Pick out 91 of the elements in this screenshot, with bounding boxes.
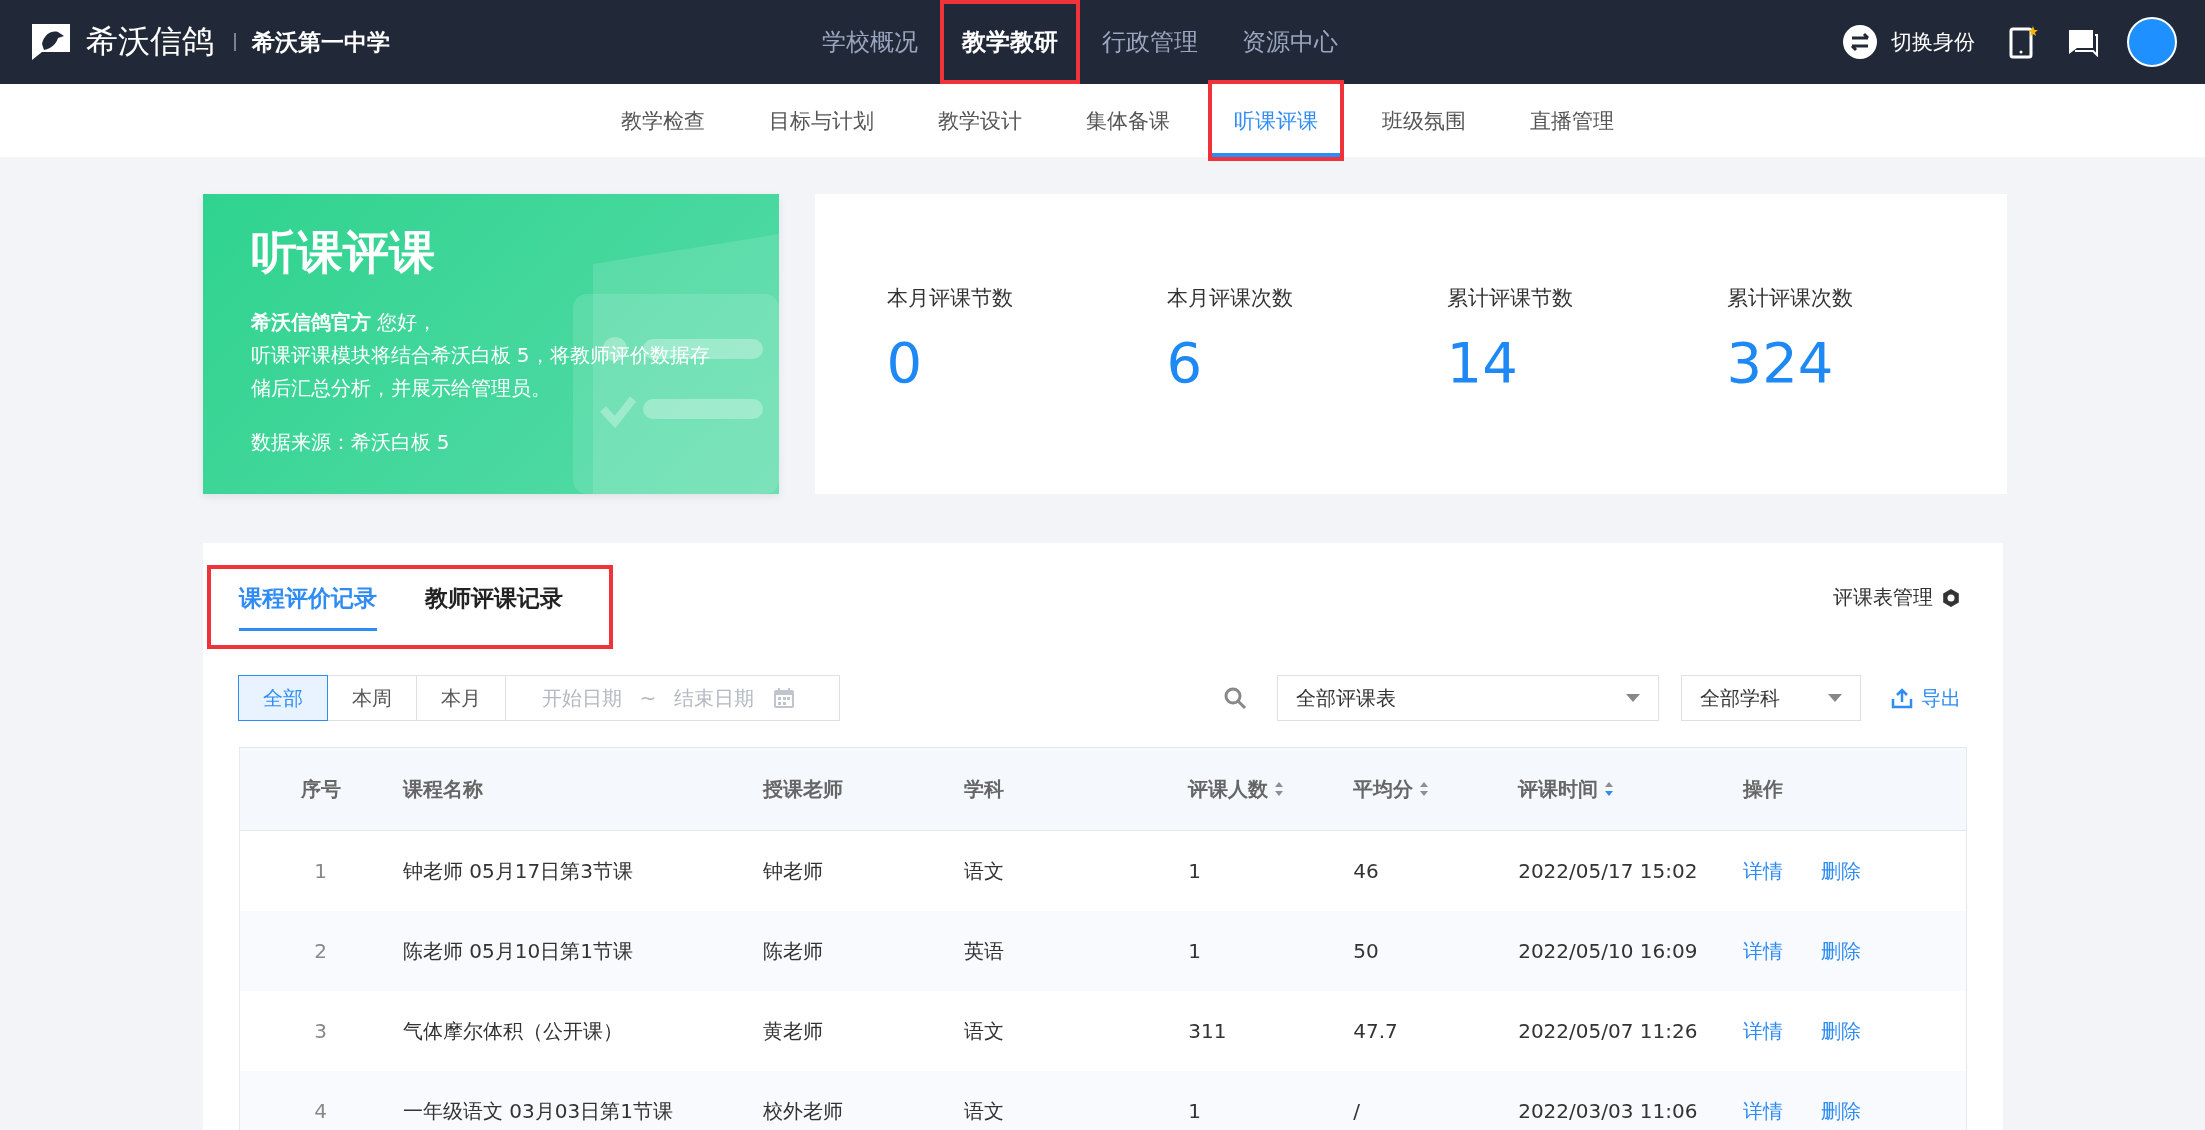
stat-label: 累计评课次数	[1726, 285, 1853, 312]
table-cell: 陈老师 05月10日第1节课	[401, 911, 762, 991]
column-header: 授课老师	[762, 775, 843, 803]
banner-greeting: 希沃信鸽官方 您好，	[250, 309, 438, 336]
column-header: 平均分	[1353, 775, 1414, 803]
stat-label: 累计评课节数	[1446, 285, 1573, 312]
tablet-icon[interactable]	[2009, 25, 2039, 59]
sort-icon[interactable]	[1274, 781, 1285, 797]
table-cell: 钟老师 05月17日第3节课	[401, 830, 762, 911]
nav-item[interactable]: 学校概况	[800, 0, 940, 84]
column-header: 课程名称	[402, 775, 483, 803]
swap-icon	[1843, 25, 1877, 59]
sort-icon[interactable]	[1604, 781, 1615, 797]
action-link[interactable]: 删除	[1821, 1017, 1862, 1045]
stat-value: 324	[1726, 330, 1834, 395]
table-cell: 4	[239, 1071, 402, 1130]
action-link[interactable]: 删除	[1821, 937, 1862, 965]
action-link[interactable]: 删除	[1821, 857, 1862, 885]
column-header: 评课时间	[1518, 775, 1599, 803]
column-header: 操作	[1743, 775, 1784, 803]
column-header: 学科	[963, 775, 1004, 803]
table-cell: 语文	[962, 830, 1188, 911]
table-cell: 1	[239, 830, 402, 911]
banner-description: 听课评课模块将结合希沃白板 5，将教师评价数据存储后汇总分析，并展示给管理员。	[250, 342, 711, 402]
table-cell: /	[1352, 1071, 1518, 1130]
period-button[interactable]: 全部	[237, 675, 328, 721]
table-cell: 1	[1187, 911, 1353, 991]
table-cell: 陈老师	[761, 911, 963, 991]
brand-name: 希沃信鸽	[86, 21, 214, 62]
caret-icon	[1625, 694, 1640, 702]
table-cell: 2022/05/07 11:26	[1517, 991, 1743, 1071]
export-link[interactable]: 导出	[1884, 683, 1967, 713]
record-tab[interactable]: 课程评价记录	[238, 577, 377, 631]
stat-value: 0	[886, 330, 923, 395]
column-header: 评课人数	[1188, 775, 1269, 803]
period-button[interactable]: 本月	[415, 675, 506, 721]
action-link[interactable]: 详情	[1743, 937, 1784, 965]
table-cell: 校外老师	[761, 1071, 963, 1130]
calendar-icon	[772, 686, 797, 710]
avatar[interactable]	[2127, 17, 2177, 67]
table-cell: 1	[1187, 1071, 1353, 1130]
stat-label: 本月评课节数	[886, 285, 1013, 312]
form-management-link[interactable]: 评课表管理	[1826, 583, 1967, 612]
sub-nav-item[interactable]: 教学检查	[599, 84, 727, 157]
table-cell: 语文	[962, 991, 1188, 1071]
sub-nav-item[interactable]: 教学设计	[916, 84, 1044, 157]
action-link[interactable]: 删除	[1821, 1097, 1862, 1125]
sub-nav-item[interactable]: 集体备课	[1064, 84, 1192, 157]
stat-label: 本月评课次数	[1166, 285, 1293, 312]
table-cell: 语文	[962, 1071, 1188, 1130]
table-cell: 46	[1352, 830, 1518, 911]
period-button[interactable]: 本周	[326, 675, 417, 721]
stat-value: 6	[1166, 330, 1203, 395]
table-cell: 英语	[962, 911, 1188, 991]
table-cell: 2022/05/10 16:09	[1517, 911, 1743, 991]
data-source-text: 数据来源：希沃白板 5	[250, 429, 451, 456]
table-cell: 气体摩尔体积（公开课）	[401, 991, 762, 1071]
subject-filter-dropdown[interactable]: 全部学科	[1680, 675, 1861, 721]
nav-item[interactable]: 行政管理	[1080, 0, 1220, 84]
table-cell: 黄老师	[761, 991, 963, 1071]
sub-nav-item[interactable]: 目标与计划	[747, 84, 896, 157]
stat-value: 14	[1446, 330, 1518, 395]
school-name: 希沃第一中学	[252, 27, 390, 57]
banner-title: 听课评课	[250, 224, 436, 281]
record-tab[interactable]: 教师评课记录	[424, 577, 563, 631]
caret-icon	[1827, 694, 1842, 702]
table-cell: 311	[1187, 991, 1353, 1071]
action-link[interactable]: 详情	[1743, 1097, 1784, 1125]
table-cell: 50	[1352, 911, 1518, 991]
form-filter-dropdown[interactable]: 全部评课表	[1276, 675, 1659, 721]
switch-identity-button[interactable]: 切换身份	[1837, 24, 1981, 60]
sort-icon[interactable]	[1419, 781, 1430, 797]
table-cell: 2022/05/17 15:02	[1517, 830, 1743, 911]
sub-nav-item[interactable]: 直播管理	[1508, 84, 1636, 157]
table-cell: 1	[1187, 830, 1353, 911]
table-cell: 一年级语文 03月03日第1节课	[401, 1071, 762, 1130]
column-header: 序号	[300, 775, 341, 803]
table-cell: 2022/03/03 11:06	[1517, 1071, 1743, 1130]
nav-item[interactable]: 教学教研	[940, 0, 1080, 84]
chat-icon[interactable]	[2067, 27, 2099, 57]
action-link[interactable]: 详情	[1743, 857, 1784, 885]
settings-icon	[1940, 587, 1961, 608]
table-cell: 2	[239, 911, 402, 991]
upload-icon	[1890, 687, 1913, 709]
nav-item[interactable]: 资源中心	[1220, 0, 1360, 84]
table-cell: 47.7	[1352, 991, 1518, 1071]
table-cell: 3	[239, 991, 402, 1071]
table-cell: 钟老师	[761, 830, 963, 911]
search-icon[interactable]	[1222, 686, 1247, 710]
sub-nav-item[interactable]: 班级氛围	[1360, 84, 1488, 157]
action-link[interactable]: 详情	[1743, 1017, 1784, 1045]
